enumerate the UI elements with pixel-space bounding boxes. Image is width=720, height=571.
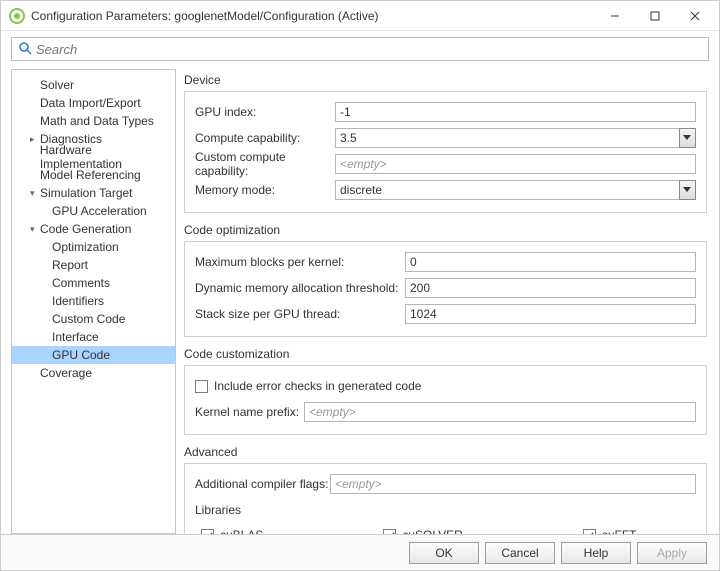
tree-item-label: Model Referencing [40,168,141,182]
maximize-button[interactable] [635,2,675,30]
error-checks-checkbox[interactable]: Include error checks in generated code [195,379,421,393]
close-button[interactable] [675,2,715,30]
memory-mode-select[interactable] [335,180,679,200]
tree-item-label: Math and Data Types [40,114,154,128]
window-title: Configuration Parameters: googlenetModel… [31,9,595,23]
tree-item-identifiers[interactable]: Identifiers [12,292,175,310]
error-checks-label: Include error checks in generated code [214,379,421,393]
compiler-flags-input[interactable] [330,474,696,494]
tree-item-label: Identifiers [52,294,104,308]
tree-arrow-icon: ▸ [30,134,40,145]
tree-item-label: Simulation Target [40,186,133,200]
minimize-button[interactable] [595,2,635,30]
optimization-section-title: Code optimization [184,223,707,237]
tree-item-simulation-target[interactable]: ▾Simulation Target [12,184,175,202]
tree-item-label: Optimization [52,240,119,254]
tree-item-hardware-implementation[interactable]: Hardware Implementation [12,148,175,166]
custom-compute-input[interactable] [335,154,696,174]
ok-button[interactable]: OK [409,542,479,564]
compute-capability-label: Compute capability: [195,131,335,145]
tree-item-gpu-acceleration[interactable]: GPU Acceleration [12,202,175,220]
help-button[interactable]: Help [561,542,631,564]
tree-item-label: Report [52,258,88,272]
stack-size-label: Stack size per GPU thread: [195,307,405,321]
apply-button[interactable]: Apply [637,542,707,564]
search-input[interactable] [36,39,702,59]
device-section-title: Device [184,73,707,87]
tree-item-label: Code Generation [40,222,131,236]
settings-panel: Device GPU index: Compute capability: Cu… [184,69,709,534]
device-section: GPU index: Compute capability: Custom co… [184,91,707,213]
kernel-prefix-label: Kernel name prefix: [195,405,304,419]
search-icon [18,41,32,58]
nav-tree[interactable]: Solver Data Import/Export Math and Data Ty… [11,69,176,534]
tree-item-label: GPU Acceleration [52,204,147,218]
tree-item-interface[interactable]: Interface [12,328,175,346]
search-row [1,31,719,65]
footer: OK Cancel Help Apply [1,534,719,570]
tree-item-label: Hardware Implementation [40,143,175,171]
advanced-section: Additional compiler flags: Libraries cuB… [184,463,707,534]
search-box[interactable] [11,37,709,61]
compiler-flags-label: Additional compiler flags: [195,477,330,491]
max-blocks-input[interactable] [405,252,696,272]
app-icon [9,8,25,24]
dropdown-icon[interactable] [679,128,696,148]
tree-item-optimization[interactable]: Optimization [12,238,175,256]
tree-item-math-and-data-types[interactable]: Math and Data Types [12,112,175,130]
kernel-prefix-input[interactable] [304,402,696,422]
gpu-index-label: GPU index: [195,105,335,119]
tree-item-solver[interactable]: Solver [12,76,175,94]
tree-item-label: Solver [40,78,74,92]
tree-item-gpu-code[interactable]: GPU Code [12,346,175,364]
content: Solver Data Import/Export Math and Data Ty… [1,65,719,534]
tree-item-label: Coverage [40,366,92,380]
gpu-index-input[interactable] [335,102,696,122]
titlebar: Configuration Parameters: googlenetModel… [1,1,719,31]
libraries-label: Libraries [195,503,241,517]
memory-mode-label: Memory mode: [195,183,335,197]
tree-arrow-icon: ▾ [30,224,40,235]
stack-size-input[interactable] [405,304,696,324]
dyn-mem-input[interactable] [405,278,696,298]
tree-item-label: GPU Code [52,348,110,362]
dropdown-icon[interactable] [679,180,696,200]
tree-item-code-generation[interactable]: ▾Code Generation [12,220,175,238]
max-blocks-label: Maximum blocks per kernel: [195,255,405,269]
dyn-mem-label: Dynamic memory allocation threshold: [195,281,405,295]
tree-item-label: Comments [52,276,110,290]
tree-item-report[interactable]: Report [12,256,175,274]
tree-item-label: Data Import/Export [40,96,141,110]
tree-item-label: Custom Code [52,312,125,326]
tree-item-comments[interactable]: Comments [12,274,175,292]
tree-item-coverage[interactable]: Coverage [12,364,175,382]
tree-item-custom-code[interactable]: Custom Code [12,310,175,328]
optimization-section: Maximum blocks per kernel: Dynamic memor… [184,241,707,337]
customization-section-title: Code customization [184,347,707,361]
customization-section: Include error checks in generated code K… [184,365,707,435]
cancel-button[interactable]: Cancel [485,542,555,564]
tree-item-label: Interface [52,330,99,344]
tree-arrow-icon: ▾ [30,188,40,199]
custom-compute-label: Custom compute capability: [195,150,335,178]
compute-capability-select[interactable] [335,128,679,148]
tree-item-data-import-export[interactable]: Data Import/Export [12,94,175,112]
advanced-section-title: Advanced [184,445,707,459]
